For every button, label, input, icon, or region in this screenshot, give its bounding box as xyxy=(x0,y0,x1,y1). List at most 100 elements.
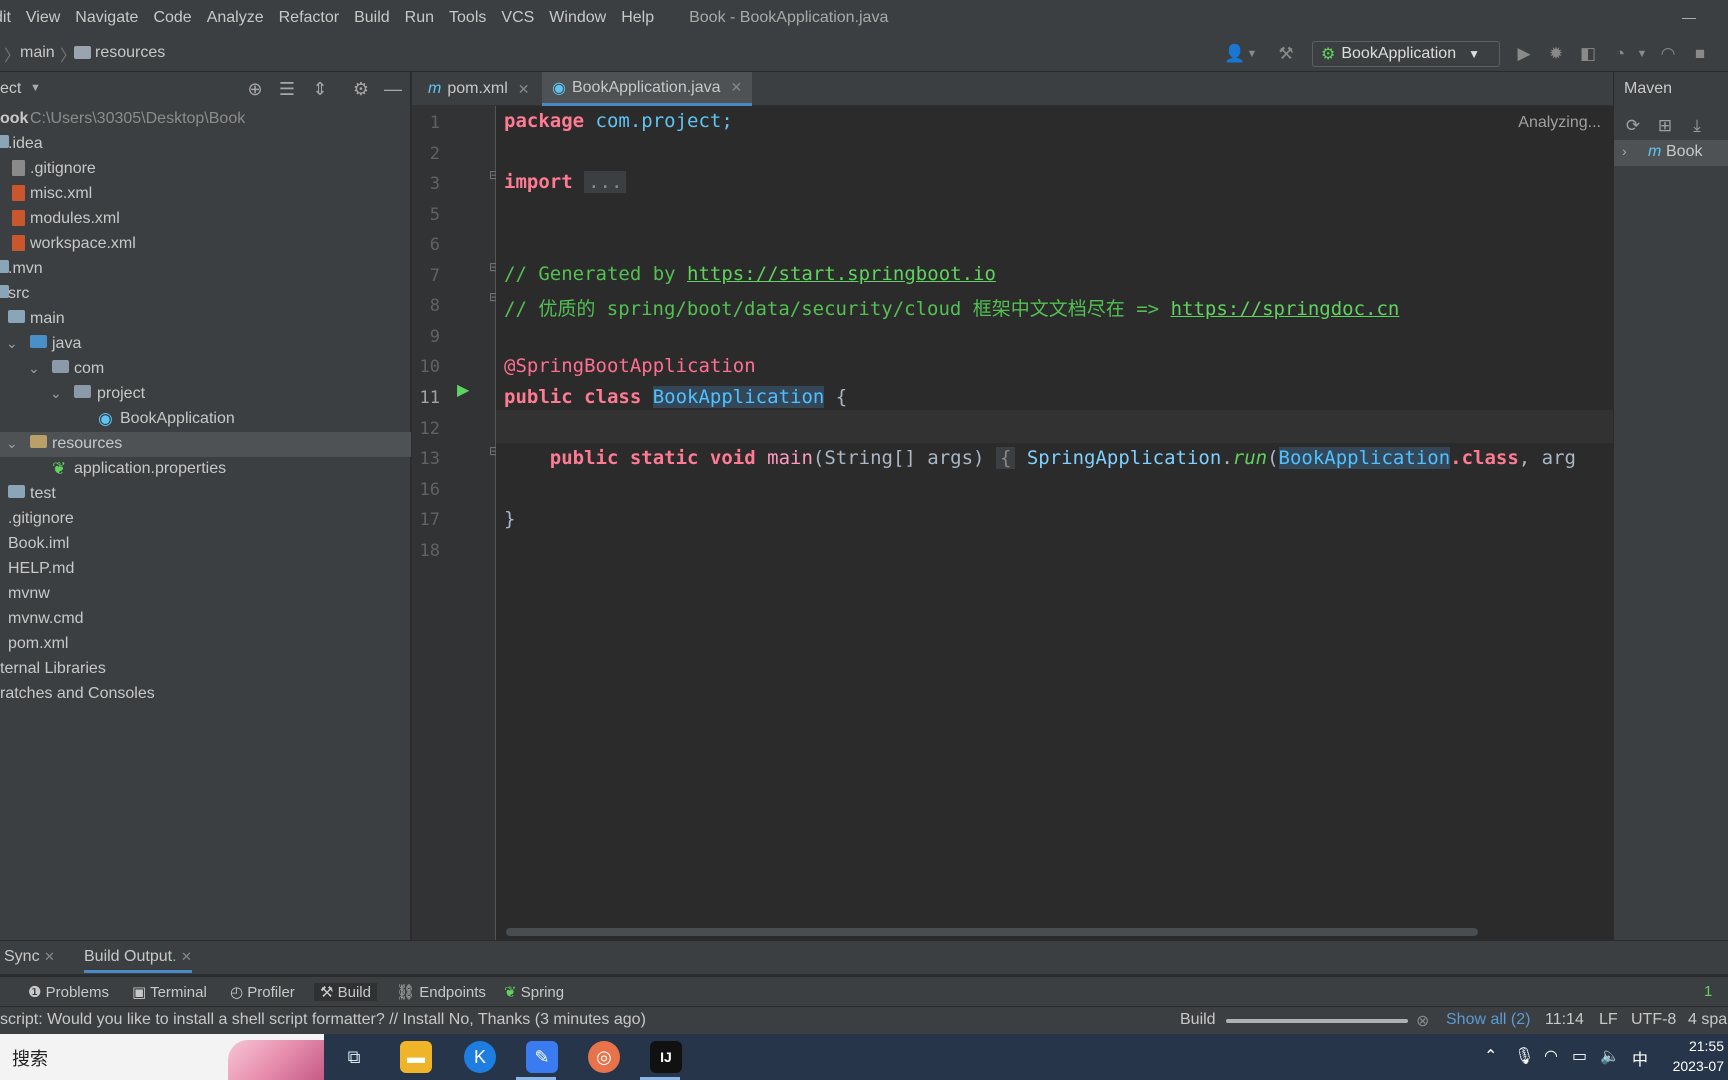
menu-tools[interactable]: Tools xyxy=(449,9,486,27)
build-button[interactable]: ⚒ Build xyxy=(314,983,377,1001)
problems-button[interactable]: ❶ Problems xyxy=(28,983,109,1001)
tree-item-application-properties[interactable]: ❦ application.properties xyxy=(0,457,411,482)
tree-item-misc-xml[interactable]: misc.xml xyxy=(0,182,411,207)
chevron-up-icon[interactable]: ⌃ xyxy=(1484,1046,1497,1066)
tree-item-mvnw[interactable]: mvnw xyxy=(0,582,411,607)
menu-window[interactable]: Window xyxy=(549,9,606,27)
tab-build-output[interactable]: Build Output. ✕ xyxy=(84,948,192,973)
comment-link[interactable]: https://start.springboot.io xyxy=(687,263,996,285)
tree-item-java[interactable]: ⌄ java xyxy=(0,332,411,357)
chevron-right-icon[interactable]: › xyxy=(1622,143,1627,159)
menu-vcs[interactable]: VCS xyxy=(501,9,534,27)
folded-imports[interactable]: ... xyxy=(584,171,627,193)
tree-item-root[interactable]: ook C:\Users\30305\Desktop\Book xyxy=(0,107,411,132)
task-view-icon[interactable]: ⧉ xyxy=(338,1041,370,1073)
project-panel-title[interactable]: ect xyxy=(0,80,21,98)
microphone-icon[interactable]: 🎙 xyxy=(1514,1046,1534,1066)
menu-analyze[interactable]: Analyze xyxy=(207,9,264,27)
tab-bookapplication-java[interactable]: ◉ BookApplication.java ✕ xyxy=(542,72,753,106)
spring-button[interactable]: ❦ Spring xyxy=(504,983,564,1001)
tree-item-idea[interactable]: .idea xyxy=(0,132,411,157)
profiler-button[interactable]: ◴ Profiler xyxy=(230,983,295,1001)
show-all-link[interactable]: Show all (2) xyxy=(1446,1011,1530,1029)
close-icon[interactable]: ✕ xyxy=(731,79,743,96)
tree-item-mvnw-cmd[interactable]: mvnw.cmd xyxy=(0,607,411,632)
hide-icon[interactable]: — xyxy=(382,78,404,100)
run-config-selector[interactable]: ⚙ BookApplication ▼ xyxy=(1312,41,1500,67)
chevron-down-icon[interactable]: ⌄ xyxy=(6,335,18,352)
cancel-icon[interactable]: ⊗ xyxy=(1416,1011,1429,1031)
terminal-button[interactable]: ▣ Terminal xyxy=(132,983,207,1001)
breadcrumb-main[interactable]: main xyxy=(20,44,55,62)
intellij-icon[interactable]: IJ xyxy=(650,1041,682,1073)
menu-build[interactable]: Build xyxy=(354,9,390,27)
tree-item-main[interactable]: main xyxy=(0,307,411,332)
comment-link[interactable]: https://springdoc.cn xyxy=(1171,298,1400,320)
run-gutter-icon[interactable]: ▶ xyxy=(457,380,469,400)
chevron-down-icon[interactable]: ⌄ xyxy=(50,385,62,402)
battery-icon[interactable]: ▭ xyxy=(1572,1046,1587,1066)
horizontal-scrollbar[interactable] xyxy=(506,928,1478,936)
tree-item-scratches[interactable]: ratches and Consoles xyxy=(0,682,411,707)
tree-item-com[interactable]: ⌄ com xyxy=(0,357,411,382)
folded-body[interactable]: { xyxy=(995,447,1016,469)
chevron-down-icon[interactable]: ⌄ xyxy=(28,360,40,377)
coverage-icon[interactable]: ◧ xyxy=(1578,44,1598,64)
tree-item-project[interactable]: ⌄ project xyxy=(0,382,411,407)
tree-item-book-iml[interactable]: Book.iml xyxy=(0,532,411,557)
menu-view[interactable]: View xyxy=(26,9,60,27)
maven-panel-title[interactable]: Maven xyxy=(1624,80,1672,98)
status-message[interactable]: script: Would you like to install a shel… xyxy=(0,1011,646,1029)
debug-icon[interactable]: ✹ xyxy=(1546,44,1566,64)
event-log-badge[interactable]: 1 xyxy=(1704,983,1712,1000)
kugou-icon[interactable]: K xyxy=(464,1041,496,1073)
tab-pom-xml[interactable]: m pom.xml ✕ xyxy=(418,72,540,106)
chevron-down-icon[interactable]: ▼ xyxy=(1242,44,1262,64)
breadcrumb-resources[interactable]: resources xyxy=(95,44,165,62)
code-editor[interactable]: Analyzing... package com.project; import… xyxy=(496,106,1613,940)
tree-item-bookapplication[interactable]: ◉ BookApplication xyxy=(0,407,411,432)
volume-icon[interactable]: 🔈 xyxy=(1600,1046,1620,1066)
add-project-icon[interactable]: ⊞ xyxy=(1654,116,1676,138)
refresh-icon[interactable]: ⟳ xyxy=(1622,116,1644,138)
tree-item-src[interactable]: src xyxy=(0,282,411,307)
endpoints-button[interactable]: ⛓ Endpoints xyxy=(396,983,486,1001)
menu-refactor[interactable]: Refactor xyxy=(279,9,339,27)
tree-item-test[interactable]: test xyxy=(0,482,411,507)
line-separator[interactable]: LF xyxy=(1599,1011,1618,1029)
close-icon[interactable]: ✕ xyxy=(518,81,530,98)
taskbar-search[interactable]: 搜索 xyxy=(0,1034,324,1080)
tree-item-modules-xml[interactable]: modules.xml xyxy=(0,207,411,232)
file-explorer-icon[interactable]: ▬ xyxy=(400,1041,432,1073)
tree-item-external-libraries[interactable]: ternal Libraries xyxy=(0,657,411,682)
attach-profiler-icon[interactable]: ◠ xyxy=(1658,44,1678,64)
gear-icon[interactable]: ⚙ xyxy=(350,78,372,100)
stop-icon[interactable]: ■ xyxy=(1690,44,1710,64)
chevron-down-icon[interactable]: ⌄ xyxy=(6,435,18,452)
menu-run[interactable]: Run xyxy=(405,9,434,27)
chevron-down-icon[interactable]: ▼ xyxy=(1632,44,1652,64)
download-icon[interactable]: ⤓ xyxy=(1686,116,1708,138)
menu-code[interactable]: Code xyxy=(153,9,191,27)
tree-item-workspace-xml[interactable]: workspace.xml xyxy=(0,232,411,257)
locate-icon[interactable]: ⊕ xyxy=(244,78,266,100)
close-icon[interactable]: ✕ xyxy=(44,949,55,964)
chrome-icon[interactable]: ◎ xyxy=(588,1041,620,1073)
close-icon[interactable]: ✕ xyxy=(181,949,192,964)
tree-item-idea-gitignore[interactable]: .gitignore xyxy=(0,157,411,182)
minimize-button[interactable] xyxy=(1682,8,1698,26)
feishu-icon[interactable]: ✎ xyxy=(526,1041,558,1073)
menu-help[interactable]: Help xyxy=(621,9,654,27)
expand-all-icon[interactable]: ☰ xyxy=(276,78,298,100)
wifi-icon[interactable]: ◠ xyxy=(1544,1046,1558,1066)
hammer-icon[interactable]: ⚒ xyxy=(1276,44,1296,64)
indent-setting[interactable]: 4 spa xyxy=(1688,1011,1727,1029)
tree-item-mvn[interactable]: .mvn xyxy=(0,257,411,282)
tree-item-gitignore[interactable]: .gitignore xyxy=(0,507,411,532)
maven-tree-item-book[interactable]: › m Book xyxy=(1614,140,1728,166)
tree-item-resources[interactable]: ⌄ resources xyxy=(0,432,411,457)
user-icon[interactable]: 👤 xyxy=(1224,44,1245,64)
profile-icon[interactable]: ◔ xyxy=(1610,44,1630,64)
caret-position[interactable]: 11:14 xyxy=(1545,1011,1584,1029)
tree-item-pom-xml[interactable]: pom.xml xyxy=(0,632,411,657)
